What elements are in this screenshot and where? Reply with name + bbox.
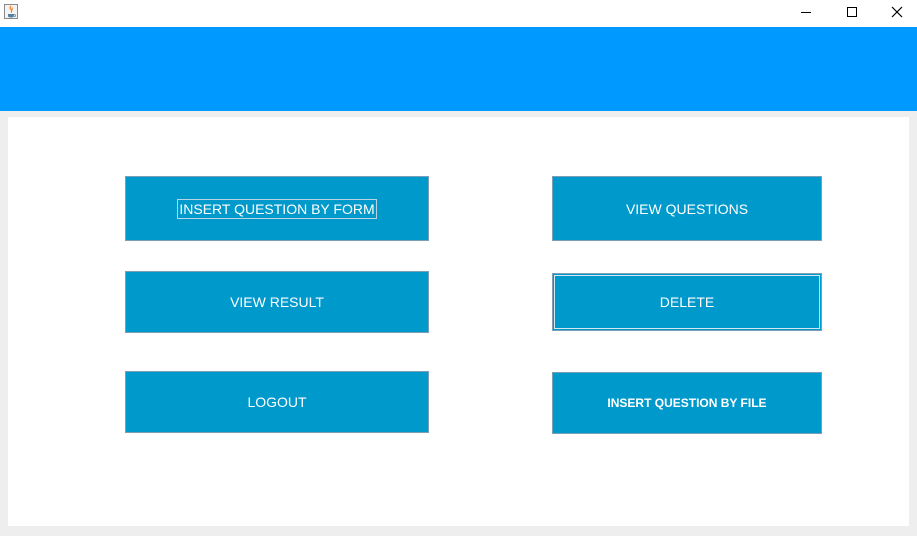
- delete-button[interactable]: DELETE: [552, 273, 822, 331]
- java-cup-icon[interactable]: [4, 4, 18, 19]
- view-result-button[interactable]: VIEW RESULT: [125, 271, 429, 333]
- view-result-label: VIEW RESULT: [230, 294, 324, 310]
- window-titlebar: [0, 0, 917, 27]
- insert-question-by-form-button[interactable]: INSERT QUESTION BY FORM: [125, 176, 429, 241]
- minimize-icon: [801, 12, 811, 13]
- logout-button[interactable]: LOGOUT: [125, 371, 429, 433]
- close-icon: [891, 6, 903, 18]
- insert-question-by-file-button[interactable]: INSERT QUESTION BY FILE: [552, 372, 822, 434]
- insert-question-by-form-label: INSERT QUESTION BY FORM: [177, 198, 377, 219]
- view-questions-label: VIEW QUESTIONS: [625, 200, 749, 217]
- maximize-button[interactable]: [829, 0, 875, 24]
- header-banner: [0, 27, 917, 111]
- minimize-button[interactable]: [783, 0, 829, 24]
- delete-label: DELETE: [659, 294, 715, 310]
- close-button[interactable]: [874, 0, 917, 24]
- logout-label: LOGOUT: [247, 394, 307, 410]
- maximize-icon: [847, 7, 857, 17]
- view-questions-button[interactable]: VIEW QUESTIONS: [552, 176, 822, 241]
- insert-question-by-file-label: INSERT QUESTION BY FILE: [607, 396, 767, 410]
